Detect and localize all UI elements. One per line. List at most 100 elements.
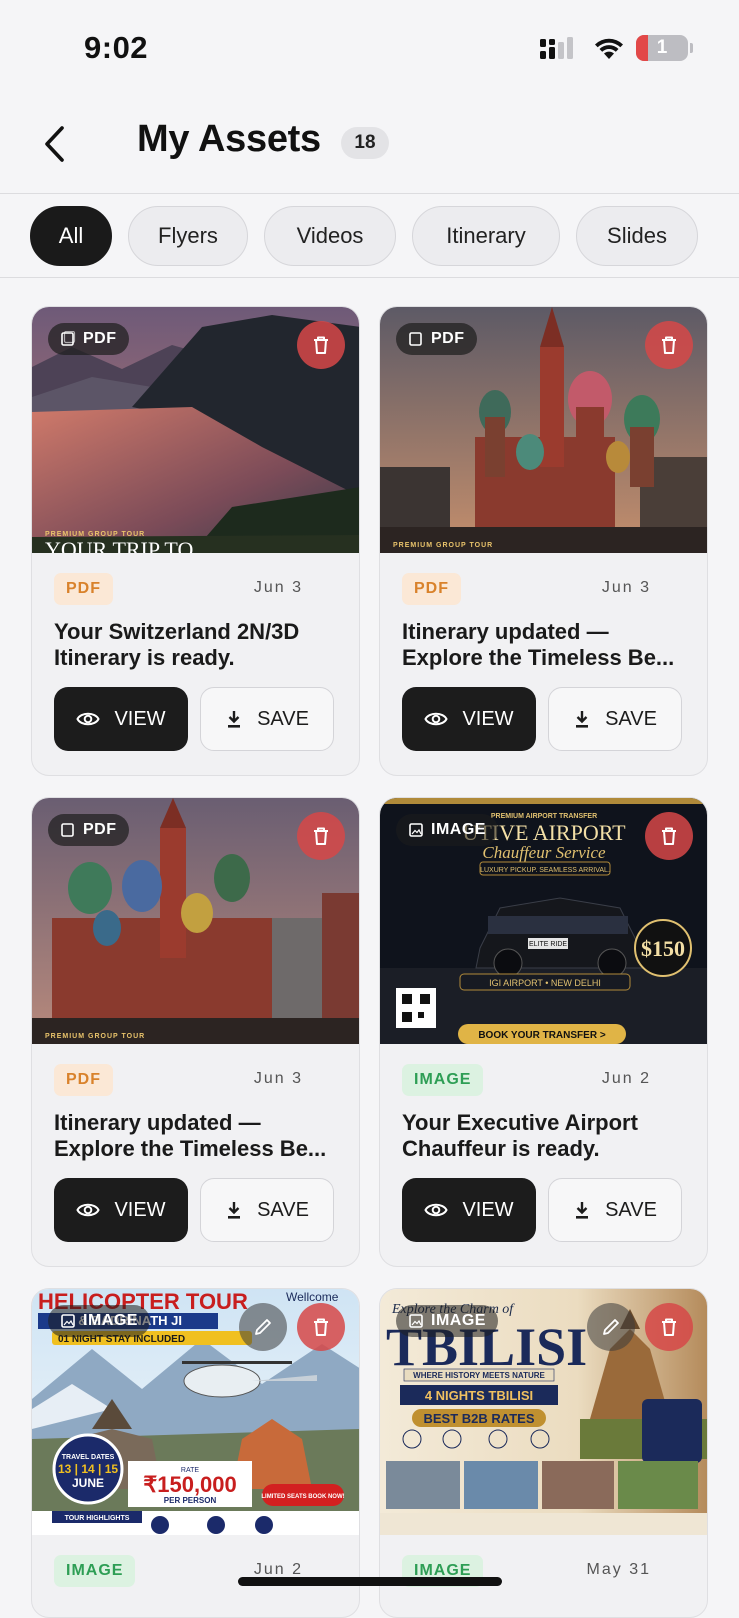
card-date: Jun 2 <box>601 1070 651 1087</box>
asset-card[interactable]: PREMIUM GROUP TOUR PDF PDF Jun 3 Itinera… <box>379 306 708 776</box>
thumb-rates: BEST B2B RATES <box>424 1411 535 1426</box>
asset-card[interactable]: PREMIUM AIRPORT TRANSFER UTIVE AIRPORT C… <box>379 797 708 1267</box>
view-label: VIEW <box>462 707 514 730</box>
eye-icon <box>424 1203 449 1217</box>
thumb-type-label: PDF <box>431 330 465 347</box>
thumb-seats: LIMITED SEATS BOOK NOW! <box>261 1494 344 1500</box>
card-title: Your Executive Airport Chauffeur is read… <box>402 1110 638 1161</box>
asset-thumbnail[interactable]: PREMIUM GROUP TOUR PDF <box>380 307 707 553</box>
save-button[interactable]: SAVE <box>200 1178 334 1242</box>
type-badge: IMAGE <box>54 1555 136 1587</box>
filter-chip-all[interactable]: All <box>30 206 112 266</box>
filters-divider <box>0 277 739 278</box>
thumb-price: ₹150,000 <box>143 1472 237 1497</box>
battery-level: 1 <box>656 37 668 58</box>
thumb-type-label: IMAGE <box>431 821 486 838</box>
thumb-type-pill: PDF <box>48 323 129 355</box>
card-title: Your Switzerland 2N/3D Itinerary is read… <box>54 619 300 670</box>
delete-button[interactable] <box>645 812 693 860</box>
asset-thumbnail[interactable]: PREMIUM GROUP TOUR YOUR TRIP TO PDF <box>32 307 359 553</box>
asset-card[interactable]: HELICOPTER TOUR Wellcome & BADRINATH JI … <box>31 1288 360 1618</box>
save-label: SAVE <box>257 707 309 730</box>
edit-button[interactable] <box>239 1303 287 1351</box>
delete-button[interactable] <box>297 321 345 369</box>
file-icon <box>409 332 422 346</box>
thumb-caption: PREMIUM GROUP TOUR <box>45 1033 145 1040</box>
filter-chip-slides[interactable]: Slides <box>576 206 698 266</box>
view-button[interactable]: VIEW <box>402 1178 536 1242</box>
download-icon <box>228 1202 241 1219</box>
thumb-welcome: Wellcome <box>286 1290 339 1304</box>
thumb-per-person: PER PERSON <box>164 1496 217 1505</box>
save-label: SAVE <box>257 1198 309 1221</box>
type-badge: IMAGE <box>402 1064 484 1096</box>
trash-icon <box>314 336 328 354</box>
asset-thumbnail[interactable]: PREMIUM GROUP TOUR PDF <box>32 798 359 1044</box>
trash-icon <box>662 336 676 354</box>
file-icon <box>61 331 76 346</box>
trash-icon <box>662 1318 676 1336</box>
thumb-type-pill: IMAGE <box>396 1305 498 1337</box>
type-badge: PDF <box>54 573 113 605</box>
card-date: May 31 <box>586 1561 651 1578</box>
filter-chip-itinerary[interactable]: Itinerary <box>412 206 560 266</box>
type-badge: PDF <box>54 1064 113 1096</box>
delete-button[interactable] <box>297 1303 345 1351</box>
edit-button[interactable] <box>587 1303 635 1351</box>
delete-button[interactable] <box>645 1303 693 1351</box>
view-label: VIEW <box>114 1198 166 1221</box>
view-button[interactable]: VIEW <box>402 687 536 751</box>
save-label: SAVE <box>605 1198 657 1221</box>
thumb-plate: ELITE RIDE <box>529 941 567 948</box>
download-icon <box>576 711 589 728</box>
eye-icon <box>424 712 449 726</box>
thumb-type-label: IMAGE <box>431 1312 486 1329</box>
delete-button[interactable] <box>297 812 345 860</box>
delete-button[interactable] <box>645 321 693 369</box>
thumb-heading: YOUR TRIP TO <box>45 537 193 553</box>
wifi-icon <box>595 38 623 59</box>
asset-thumbnail[interactable]: PREMIUM AIRPORT TRANSFER UTIVE AIRPORT C… <box>380 798 707 1044</box>
back-button[interactable] <box>36 118 72 170</box>
card-title: Itinerary updated — Explore the Timeless… <box>402 619 675 670</box>
thumb-dates-label: TRAVEL DATES <box>62 1454 115 1461</box>
trash-icon <box>662 827 676 845</box>
status-bar: 9:02 1 <box>0 0 739 96</box>
save-button[interactable]: SAVE <box>548 1178 682 1242</box>
save-label: SAVE <box>605 707 657 730</box>
asset-card[interactable]: PREMIUM GROUP TOUR PDF PDF Jun 3 Itinera… <box>31 797 360 1267</box>
view-label: VIEW <box>462 1198 514 1221</box>
eye-icon <box>76 1203 101 1217</box>
asset-card[interactable]: Explore the Charm of TBILISI WHERE HISTO… <box>379 1288 708 1618</box>
filter-chip-flyers[interactable]: Flyers <box>128 206 248 266</box>
asset-thumbnail[interactable]: Explore the Charm of TBILISI WHERE HISTO… <box>380 1289 707 1535</box>
save-button[interactable]: SAVE <box>200 687 334 751</box>
asset-card[interactable]: PREMIUM GROUP TOUR YOUR TRIP TO PDF PDF … <box>31 306 360 776</box>
home-indicator[interactable] <box>238 1577 502 1586</box>
save-button[interactable]: SAVE <box>548 687 682 751</box>
image-icon <box>409 823 423 837</box>
filter-chips: All Flyers Videos Itinerary Slides <box>30 206 698 266</box>
thumb-type-pill: IMAGE <box>396 814 498 846</box>
thumb-location: IGI AIRPORT • NEW DELHI <box>489 978 601 988</box>
status-time: 9:02 <box>84 30 149 65</box>
thumb-nights: 4 NIGHTS TBILISI <box>425 1388 533 1403</box>
thumb-cta: BOOK YOUR TRANSFER > <box>478 1030 605 1041</box>
type-badge: PDF <box>402 573 461 605</box>
pencil-icon <box>255 1319 271 1335</box>
asset-thumbnail[interactable]: HELICOPTER TOUR Wellcome & BADRINATH JI … <box>32 1289 359 1535</box>
view-button[interactable]: VIEW <box>54 1178 188 1242</box>
pencil-icon <box>603 1319 619 1335</box>
cellular-signal-icon <box>540 37 573 59</box>
view-button[interactable]: VIEW <box>54 687 188 751</box>
card-date: Jun 3 <box>601 579 651 596</box>
filter-chip-videos[interactable]: Videos <box>264 206 396 266</box>
thumb-price: $150 <box>641 936 685 961</box>
thumb-script: Chauffeur Service <box>482 843 606 862</box>
thumb-caption: PREMIUM AIRPORT TRANSFER <box>491 813 597 820</box>
thumb-subtitle: WHERE HISTORY MEETS NATURE <box>413 1371 545 1380</box>
eye-icon <box>76 712 101 726</box>
thumb-type-pill: PDF <box>396 323 477 355</box>
page-title: My Assets <box>137 118 321 160</box>
thumb-type-pill: IMAGE <box>48 1305 150 1337</box>
